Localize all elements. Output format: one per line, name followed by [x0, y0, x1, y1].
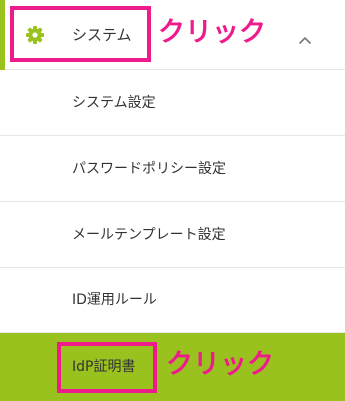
chevron-up-icon[interactable] — [298, 30, 312, 44]
active-section-indicator — [0, 0, 5, 70]
click-annotation: クリック — [166, 349, 274, 380]
sidebar-subitem-label: パスワードポリシー設定 — [72, 161, 226, 177]
sidebar-subitem-system-settings[interactable]: システム設定 — [0, 70, 345, 136]
sidebar-subitem-label: ID運用ルール — [72, 292, 157, 308]
sidebar-subitem-label: メールテンプレート設定 — [72, 227, 226, 243]
sidebar-subitem-mail-template[interactable]: メールテンプレート設定 — [0, 202, 345, 268]
click-annotation: クリック — [158, 17, 266, 48]
sidebar-subitem-password-policy[interactable]: パスワードポリシー設定 — [0, 136, 345, 202]
highlight-box-system — [10, 6, 151, 62]
highlight-box-idp-certificate — [57, 342, 157, 393]
sidebar-subitem-id-rules[interactable]: ID運用ルール — [0, 267, 345, 333]
sidebar-subitem-label: システム設定 — [72, 95, 156, 111]
